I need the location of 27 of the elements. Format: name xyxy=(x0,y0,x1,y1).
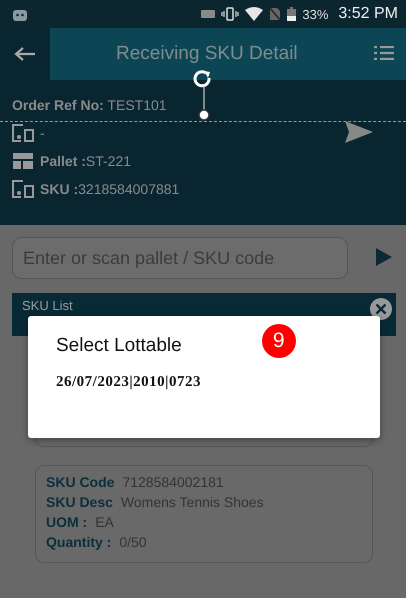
location-value: - xyxy=(40,125,45,141)
field-label: SKU Code xyxy=(46,473,114,492)
pallet-icon xyxy=(12,152,34,170)
sku-info: SKU :3218584007881 xyxy=(40,181,180,197)
battery-icon xyxy=(287,7,296,21)
back-arrow-icon xyxy=(14,46,36,62)
field-label: SKU Desc xyxy=(46,493,113,512)
no-sim-icon xyxy=(269,7,282,21)
vibrate-icon xyxy=(221,7,240,21)
lottable-option[interactable]: 26/07/2023|2010|0723 xyxy=(56,374,352,391)
list-icon xyxy=(374,46,394,60)
close-button[interactable] xyxy=(370,298,392,320)
android-icon xyxy=(12,7,28,21)
field-label: UOM : xyxy=(46,513,88,532)
sku-list-title: SKU List xyxy=(22,298,73,313)
dialog-title: Select Lottable xyxy=(56,335,182,357)
field-label: Quantity : xyxy=(46,533,112,552)
number-badge: 9 xyxy=(262,324,296,358)
devices-icon xyxy=(12,180,34,198)
clock: 3:52 PM xyxy=(338,5,398,23)
keyboard-icon xyxy=(201,10,216,18)
devices-icon xyxy=(12,124,34,142)
order-ref: Order Ref No: TEST101 xyxy=(12,97,167,113)
battery-percent: 33% xyxy=(302,6,328,22)
wifi-icon xyxy=(245,7,264,21)
screen-title: Receiving SKU Detail xyxy=(116,43,298,65)
pallet-info: Pallet :ST-221 xyxy=(40,153,132,169)
